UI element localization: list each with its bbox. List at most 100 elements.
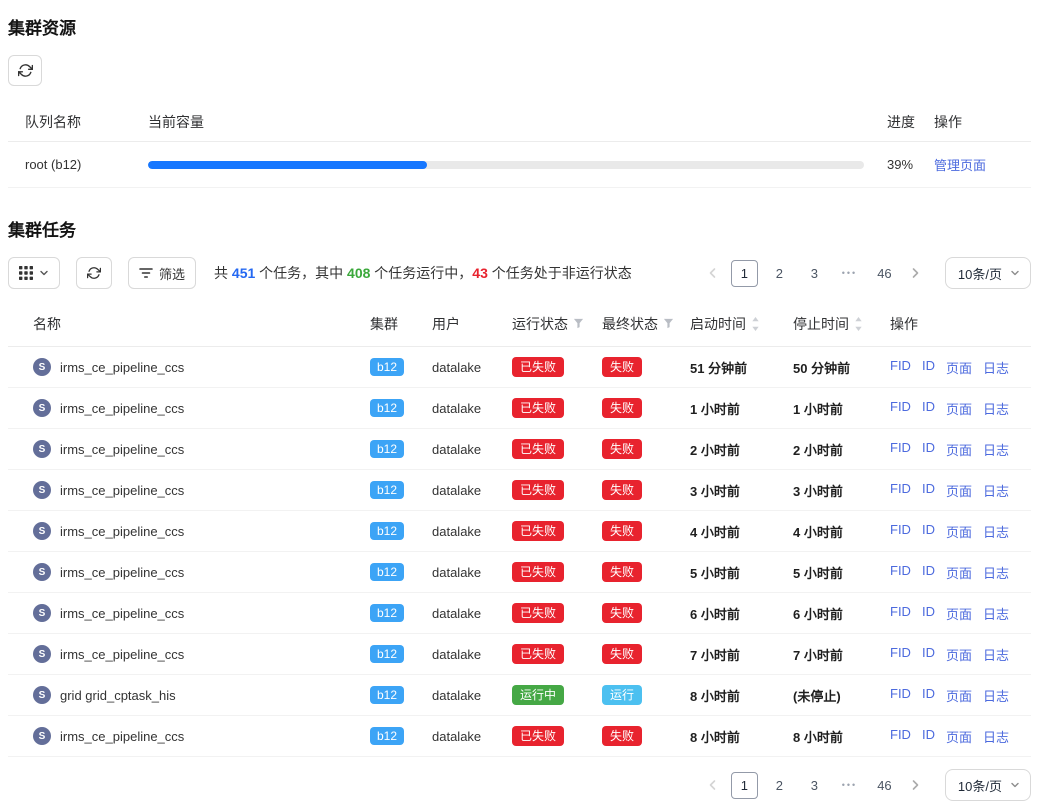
page: 集群资源 队列名称 当前容量 进度 操作 root (b12) 39% 管理 — [0, 0, 1039, 790]
pager-page-1[interactable]: 1 — [731, 260, 758, 287]
resources-table: 队列名称 当前容量 进度 操作 root (b12) 39% 管理页面 — [8, 102, 1031, 188]
action-link-log[interactable]: 日志 — [983, 522, 1009, 541]
pager-page-3[interactable]: 3 — [801, 260, 828, 287]
action-link-log[interactable]: 日志 — [983, 563, 1009, 582]
page-size-select[interactable]: 10条/页 — [945, 257, 1031, 289]
action-link-log[interactable]: 日志 — [983, 399, 1009, 418]
stop-time: 7 小时前 — [793, 645, 890, 664]
action-link-log[interactable]: 日志 — [983, 481, 1009, 500]
start-time: 7 小时前 — [690, 645, 793, 664]
filter-button[interactable]: 筛选 — [128, 257, 196, 289]
tasks-refresh-button[interactable] — [76, 257, 112, 289]
action-link-fid[interactable]: FID — [890, 645, 911, 664]
pager-next-button[interactable] — [902, 260, 929, 287]
run-status-badge: 已失败 — [512, 562, 564, 582]
action-link-fid[interactable]: FID — [890, 481, 911, 500]
cluster-badge: b12 — [370, 481, 404, 499]
action-link-page[interactable]: 页面 — [946, 645, 972, 664]
action-link-fid[interactable]: FID — [890, 727, 911, 746]
pager-page-2[interactable]: 2 — [766, 772, 793, 799]
action-link-id[interactable]: ID — [922, 686, 935, 705]
filter-funnel-icon[interactable] — [663, 318, 674, 329]
table-row: Sirms_ce_pipeline_ccsb12datalake已失败失败2 小… — [8, 429, 1031, 470]
action-link-id[interactable]: ID — [922, 522, 935, 541]
action-link-fid[interactable]: FID — [890, 440, 911, 459]
stop-time: 5 小时前 — [793, 563, 890, 582]
action-link-page[interactable]: 页面 — [946, 686, 972, 705]
action-link-page[interactable]: 页面 — [946, 522, 972, 541]
task-user: datalake — [432, 565, 512, 580]
pager-page-46[interactable]: 46 — [871, 772, 898, 799]
summary-total-count: 451 — [232, 265, 255, 281]
stop-time: 50 分钟前 — [793, 358, 890, 377]
page-size-select[interactable]: 10条/页 — [945, 769, 1031, 801]
action-link-fid[interactable]: FID — [890, 399, 911, 418]
action-link-page[interactable]: 页面 — [946, 358, 972, 377]
action-link-page[interactable]: 页面 — [946, 563, 972, 582]
action-link-page[interactable]: 页面 — [946, 604, 972, 623]
col-start-time[interactable]: 启动时间 — [690, 314, 793, 334]
action-link-page[interactable]: 页面 — [946, 727, 972, 746]
cluster-tasks-title: 集群任务 — [8, 216, 1031, 241]
pager-page-1[interactable]: 1 — [731, 772, 758, 799]
filter-button-label: 筛选 — [159, 264, 185, 283]
cluster-badge: b12 — [370, 563, 404, 581]
action-link-id[interactable]: ID — [922, 604, 935, 623]
final-status-badge: 失败 — [602, 644, 642, 664]
task-name: grid grid_cptask_his — [60, 688, 176, 703]
action-link-id[interactable]: ID — [922, 645, 935, 664]
pager-prev-button[interactable] — [700, 260, 727, 287]
action-link-id[interactable]: ID — [922, 727, 935, 746]
cluster-badge: b12 — [370, 522, 404, 540]
action-link-page[interactable]: 页面 — [946, 399, 972, 418]
action-link-log[interactable]: 日志 — [983, 645, 1009, 664]
action-link-fid[interactable]: FID — [890, 522, 911, 541]
final-status-badge: 失败 — [602, 398, 642, 418]
task-user: datalake — [432, 360, 512, 375]
final-status-badge: 失败 — [602, 562, 642, 582]
cluster-resources-title: 集群资源 — [8, 14, 1031, 39]
action-link-id[interactable]: ID — [922, 358, 935, 377]
pager-page-2[interactable]: 2 — [766, 260, 793, 287]
start-time: 2 小时前 — [690, 440, 793, 459]
action-link-log[interactable]: 日志 — [983, 440, 1009, 459]
filter-funnel-icon[interactable] — [573, 318, 584, 329]
action-link-id[interactable]: ID — [922, 563, 935, 582]
action-link-id[interactable]: ID — [922, 481, 935, 500]
action-link-page[interactable]: 页面 — [946, 440, 972, 459]
action-link-page[interactable]: 页面 — [946, 481, 972, 500]
run-status-badge: 运行中 — [512, 685, 564, 705]
table-row: Sirms_ce_pipeline_ccsb12datalake已失败失败51 … — [8, 347, 1031, 388]
action-link-log[interactable]: 日志 — [983, 686, 1009, 705]
pager-page-3[interactable]: 3 — [801, 772, 828, 799]
col-start-time-label: 启动时间 — [690, 314, 746, 334]
task-avatar: S — [33, 440, 51, 458]
col-queue-name: 队列名称 — [25, 112, 148, 132]
filter-icon — [139, 266, 153, 280]
final-status-badge: 失败 — [602, 521, 642, 541]
col-stop-time[interactable]: 停止时间 — [793, 314, 890, 334]
task-user: datalake — [432, 647, 512, 662]
cluster-badge: b12 — [370, 604, 404, 622]
summary-text: 共 — [214, 265, 232, 281]
action-link-id[interactable]: ID — [922, 440, 935, 459]
resources-refresh-button[interactable] — [8, 55, 42, 86]
task-avatar: S — [33, 645, 51, 663]
columns-config-button[interactable] — [8, 257, 60, 289]
resources-table-header: 队列名称 当前容量 进度 操作 — [8, 102, 1031, 142]
capacity-progress-fill — [148, 161, 427, 169]
action-link-fid[interactable]: FID — [890, 563, 911, 582]
stop-time: 6 小时前 — [793, 604, 890, 623]
action-link-log[interactable]: 日志 — [983, 604, 1009, 623]
action-link-log[interactable]: 日志 — [983, 358, 1009, 377]
action-link-id[interactable]: ID — [922, 399, 935, 418]
pager-next-button[interactable] — [902, 772, 929, 799]
action-link-fid[interactable]: FID — [890, 604, 911, 623]
start-time: 8 小时前 — [690, 727, 793, 746]
pager-page-46[interactable]: 46 — [871, 260, 898, 287]
pager-prev-button[interactable] — [700, 772, 727, 799]
manage-page-link[interactable]: 管理页面 — [934, 158, 986, 173]
action-link-fid[interactable]: FID — [890, 358, 911, 377]
action-link-fid[interactable]: FID — [890, 686, 911, 705]
action-link-log[interactable]: 日志 — [983, 727, 1009, 746]
